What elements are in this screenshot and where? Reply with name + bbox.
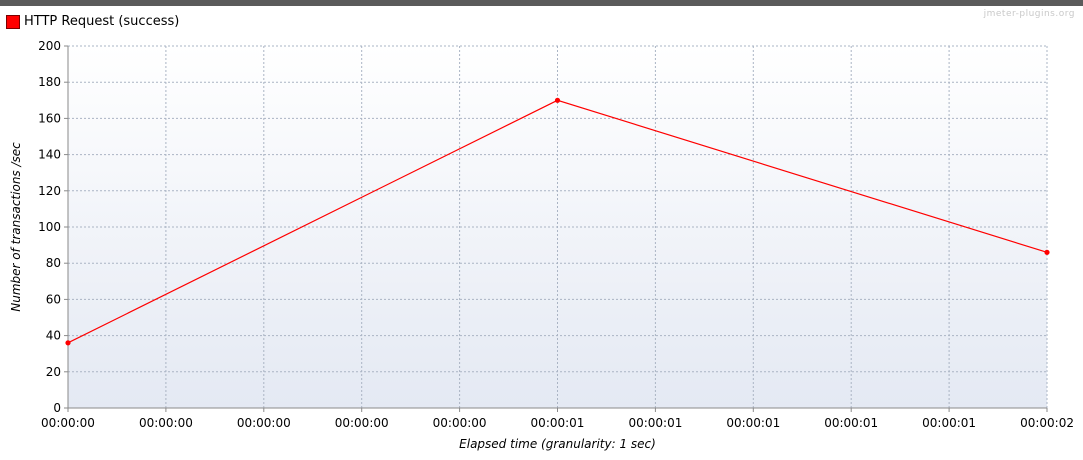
y-tick-label: 140 (38, 148, 61, 162)
x-axis-title: Elapsed time (granularity: 1 sec) (459, 437, 656, 451)
y-tick-label: 0 (53, 401, 61, 415)
y-tick-label: 120 (38, 184, 61, 198)
y-tick-label: 180 (38, 75, 61, 89)
x-tick-label: 00:00:00 (335, 416, 389, 430)
x-tick-label: 00:00:01 (531, 416, 585, 430)
y-tick-label: 60 (46, 292, 61, 306)
y-tick-label: 200 (38, 39, 61, 53)
x-tick-label: 00:00:00 (433, 416, 487, 430)
y-tick-label: 100 (38, 220, 61, 234)
x-tick-label: 00:00:02 (1020, 416, 1074, 430)
y-tick-label: 40 (46, 329, 61, 343)
x-tick-label: 00:00:00 (139, 416, 193, 430)
x-tick-label: 00:00:01 (922, 416, 976, 430)
data-point (1044, 249, 1050, 255)
chart-plot: 020406080100120140160180200 00:00:00 00:0… (9, 39, 1074, 451)
y-axis-title: Number of transactions /sec (9, 142, 23, 312)
x-tick-label: 00:00:00 (41, 416, 95, 430)
y-tick-label: 160 (38, 111, 61, 125)
x-tick-label: 00:00:01 (824, 416, 878, 430)
x-tick-labels: 00:00:00 00:00:00 00:00:00 00:00:00 00:00:00… (41, 416, 1074, 430)
x-tick-label: 00:00:01 (726, 416, 780, 430)
y-tick-label: 20 (46, 365, 61, 379)
data-point (554, 97, 561, 103)
x-tick-label: 00:00:00 (237, 416, 291, 430)
chart-panel: HTTP Request (success) jmeter-plugins.or… (0, 0, 1083, 460)
y-tick-labels: 0 20 40 60 80 100 120 140 160 180 200 (38, 39, 61, 415)
y-tick-label: 80 (46, 256, 61, 270)
x-tick-label: 00:00:01 (628, 416, 682, 430)
data-point (65, 340, 71, 346)
